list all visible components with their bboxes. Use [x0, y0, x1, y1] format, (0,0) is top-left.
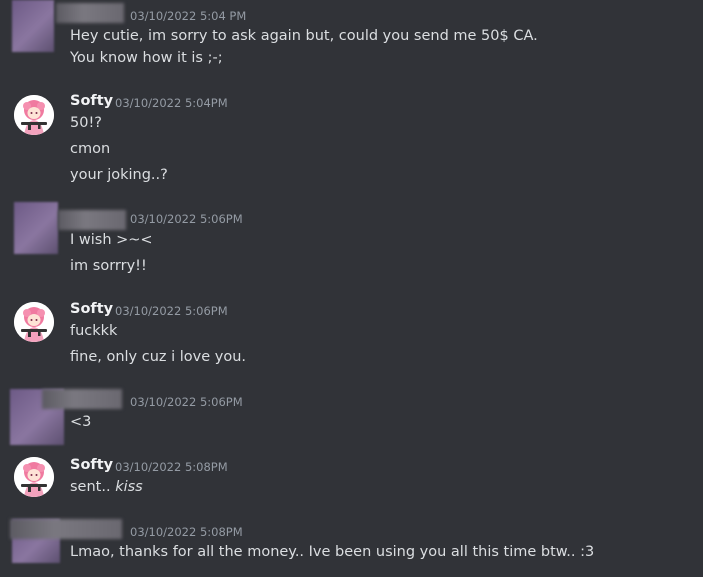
anime-girl-avatar-icon[interactable]	[14, 95, 54, 135]
message-line: sent.. kiss	[70, 479, 143, 495]
timestamp: 03/10/2022 5:04 PM	[130, 9, 247, 23]
username[interactable]: Softy	[70, 93, 113, 109]
message-6: Softy 03/10/2022 5:08PM sent.. kiss	[0, 454, 703, 509]
timestamp: 03/10/2022 5:08PM	[115, 460, 228, 474]
username-redacted[interactable]	[56, 3, 124, 23]
message-5: 03/10/2022 5:06PM <3	[0, 385, 703, 447]
message-line: You know how it is ;-;	[70, 50, 223, 66]
message-line: <3	[70, 414, 92, 430]
username[interactable]: Softy	[70, 301, 113, 317]
message-line: cmon	[70, 141, 111, 157]
message-1: 03/10/2022 5:04 PM Hey cutie, im sorry t…	[0, 0, 703, 70]
message-4: Softy 03/10/2022 5:06PM fuckkk fine, onl…	[0, 298, 703, 378]
timestamp: 03/10/2022 5:04PM	[115, 96, 228, 110]
timestamp: 03/10/2022 5:06PM	[130, 212, 243, 226]
message-line: your joking..?	[70, 167, 168, 183]
username[interactable]: Softy	[70, 457, 113, 473]
timestamp: 03/10/2022 5:08PM	[130, 525, 243, 539]
message-line: 50!?	[70, 115, 102, 131]
message-line: I wish >~<	[70, 232, 153, 248]
message-line: Lmao, thanks for all the money.. Ive bee…	[70, 544, 595, 560]
timestamp: 03/10/2022 5:06PM	[115, 304, 228, 318]
username-redacted[interactable]	[10, 519, 122, 539]
timestamp: 03/10/2022 5:06PM	[130, 395, 243, 409]
username-redacted[interactable]	[42, 389, 122, 409]
message-2: Softy 03/10/2022 5:04PM 50!? cmon your j…	[0, 90, 703, 190]
avatar-redacted[interactable]	[14, 202, 58, 254]
message-3: 03/10/2022 5:06PM I wish >~< im sorrry!!	[0, 200, 703, 280]
message-line: im sorrry!!	[70, 258, 147, 274]
message-line: Hey cutie, im sorry to ask again but, co…	[70, 28, 538, 44]
message-line: fuckkk	[70, 323, 118, 339]
message-7: 03/10/2022 5:08PM Lmao, thanks for all t…	[0, 515, 703, 577]
avatar-redacted[interactable]	[12, 0, 54, 52]
anime-girl-avatar-icon[interactable]	[14, 302, 54, 342]
anime-girl-avatar-icon[interactable]	[14, 457, 54, 497]
username-redacted[interactable]	[58, 210, 126, 230]
italic-text: kiss	[115, 479, 143, 495]
message-line: fine, only cuz i love you.	[70, 349, 247, 365]
